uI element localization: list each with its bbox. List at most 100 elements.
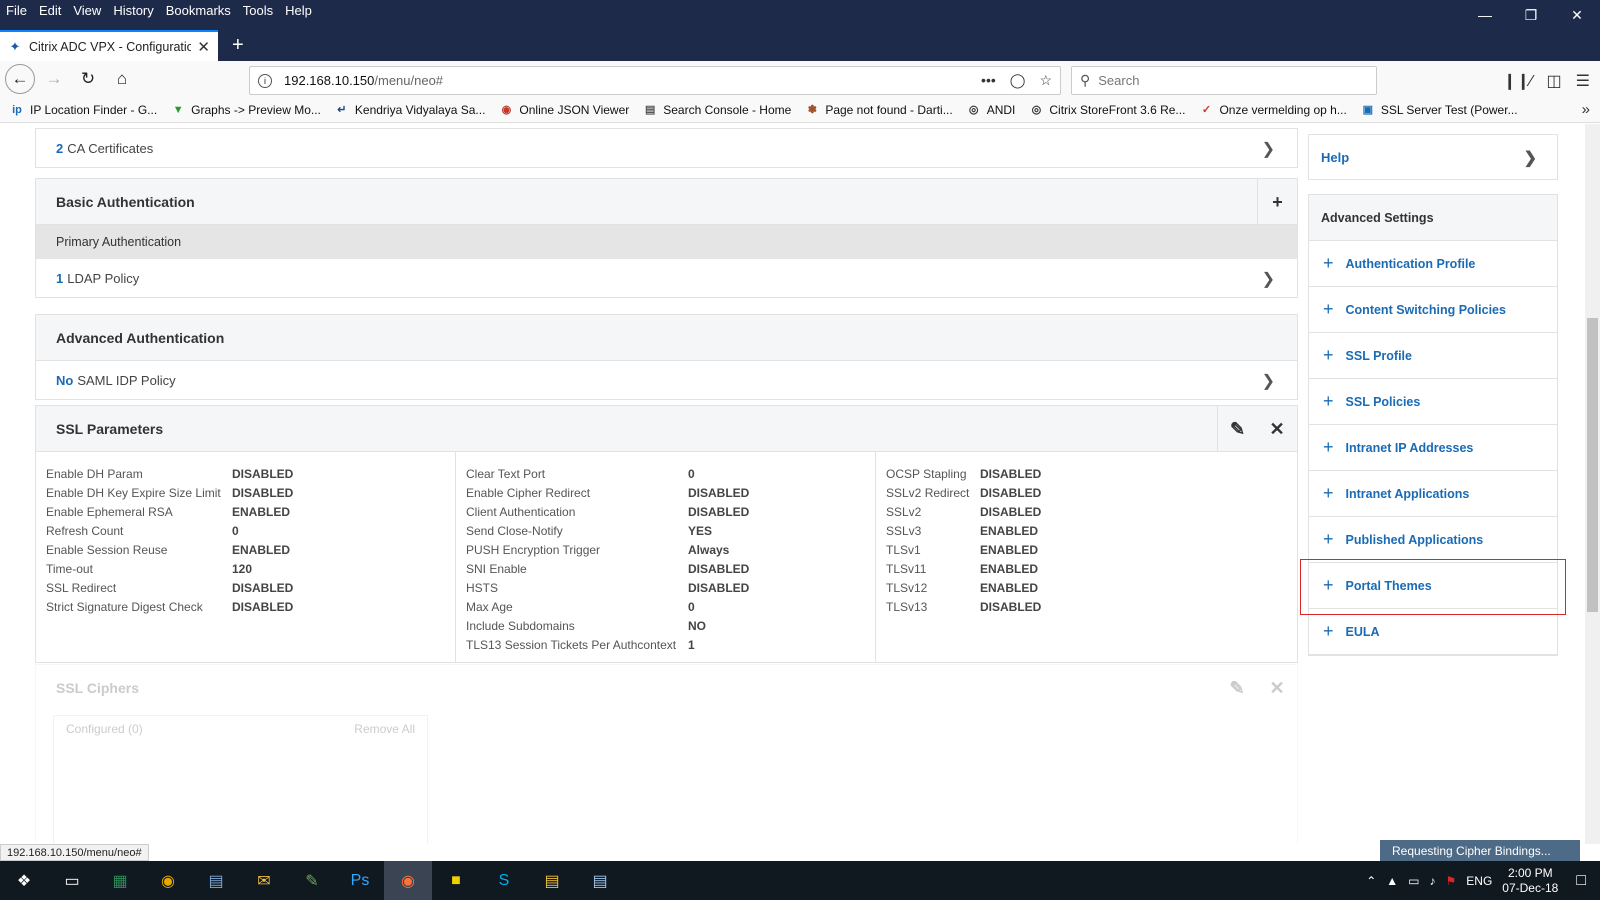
bookmark-item[interactable]: ◎ Citrix StoreFront 3.6 Re... <box>1029 103 1186 117</box>
bookmark-item[interactable]: ✽ Page not found - Darti... <box>805 103 953 117</box>
minimize-icon[interactable]: — <box>1462 0 1508 30</box>
windows-start-icon[interactable]: ❖ <box>0 861 48 900</box>
tab-close-icon[interactable]: ✕ <box>197 38 210 56</box>
ssl-param-value: 0 <box>688 466 695 481</box>
menu-view[interactable]: View <box>67 3 107 18</box>
advanced-setting-authentication-profile[interactable]: + Authentication Profile <box>1309 241 1557 287</box>
ssl-param-label: SSLv2 <box>886 504 922 519</box>
ssl-params-grid: Enable DH Param DISABLED Enable DH Key Exp… <box>36 452 1297 662</box>
ssl-param-value: ENABLED <box>232 542 291 557</box>
firefox-icon[interactable]: ◉ <box>384 861 432 900</box>
advanced-setting-intranet-ip-addresses[interactable]: + Intranet IP Addresses <box>1309 425 1557 471</box>
close-window-icon[interactable]: ✕ <box>1554 0 1600 30</box>
wifi-icon[interactable]: ▲ <box>1386 874 1398 888</box>
ssl-param-value: 1 <box>688 637 695 652</box>
ssl-parameters-panel: SSL Parameters ✎ ✕ Enable DH Param DISABL… <box>35 405 1298 663</box>
bookmark-item[interactable]: ◉ Online JSON Viewer <box>499 103 630 117</box>
menu-bookmarks[interactable]: Bookmarks <box>160 3 237 18</box>
advanced-setting-ssl-policies[interactable]: + SSL Policies <box>1309 379 1557 425</box>
bookmark-item[interactable]: ↵ Kendriya Vidyalaya Sa... <box>335 103 485 117</box>
page-actions-icon[interactable]: ••• <box>981 72 996 89</box>
sticky-notes-icon[interactable]: ■ <box>432 861 480 900</box>
notepad-icon[interactable]: ▤ <box>576 861 624 900</box>
flag-icon[interactable]: ⚑ <box>1446 874 1457 888</box>
edit-pencil-icon[interactable]: ✎ <box>1217 406 1257 452</box>
plus-icon: + <box>1323 345 1334 365</box>
bookmark-item[interactable]: ▤ Search Console - Home <box>643 103 791 117</box>
pen-icon[interactable]: ✎ <box>288 861 336 900</box>
skype-icon[interactable]: S <box>480 861 528 900</box>
ssl-param-label: PUSH Encryption Trigger <box>466 542 601 557</box>
back-icon[interactable]: ← <box>5 64 35 94</box>
edit-pencil-icon[interactable]: ✎ <box>1217 665 1257 711</box>
add-icon[interactable]: + <box>1257 179 1297 225</box>
outlook-icon[interactable]: ✉ <box>240 861 288 900</box>
file-explorer-icon[interactable]: ▤ <box>528 861 576 900</box>
remove-all-link[interactable]: Remove All <box>354 722 415 736</box>
ssl-param-row: TLSv1 ENABLED <box>886 540 1287 559</box>
scrollbar-thumb[interactable] <box>1587 318 1598 612</box>
bookmark-item[interactable]: ▼ Graphs -> Preview Mo... <box>171 103 321 117</box>
close-icon[interactable]: ✕ <box>1257 406 1297 452</box>
help-link[interactable]: Help ❯ <box>1308 134 1558 180</box>
clock[interactable]: 2:00 PM 07-Dec-18 <box>1502 866 1558 896</box>
bookmark-item[interactable]: ◎ ANDI <box>967 103 1015 117</box>
ssl-params-header: SSL Parameters ✎ ✕ <box>36 406 1297 452</box>
new-tab-icon[interactable]: + <box>232 34 244 57</box>
chrome-icon[interactable]: ◉ <box>144 861 192 900</box>
ca-certificates-link[interactable]: 2 CA Certificates ❯ <box>36 129 1297 167</box>
home-icon[interactable]: ⌂ <box>107 64 137 94</box>
ssl-param-row: TLSv11 ENABLED <box>886 559 1287 578</box>
menu-file[interactable]: File <box>0 3 33 18</box>
excel-icon[interactable]: ▦ <box>96 861 144 900</box>
advanced-setting-ssl-profile[interactable]: + SSL Profile <box>1309 333 1557 379</box>
bookmark-item[interactable]: ▣ SSL Server Test (Power... <box>1361 103 1518 117</box>
advanced-setting-label: Intranet IP Addresses <box>1345 440 1474 455</box>
hamburger-menu-icon[interactable]: ☰ <box>1576 71 1590 91</box>
bookmark-item[interactable]: ip IP Location Finder - G... <box>10 103 157 117</box>
ssl-param-label: Enable DH Key Expire Size Limit <box>46 485 221 500</box>
advanced-setting-content-switching-policies[interactable]: + Content Switching Policies <box>1309 287 1557 333</box>
browser-tab[interactable]: ✦ Citrix ADC VPX - Configuration ✕ <box>0 30 218 61</box>
ssl-col-2: Clear Text Port 0 Enable Cipher Redirect DI… <box>456 452 876 662</box>
photoshop-icon[interactable]: Ps <box>336 861 384 900</box>
ssl-param-value: DISABLED <box>688 485 750 500</box>
bookmarks-overflow-icon[interactable]: » <box>1582 101 1590 118</box>
ssl-param-value: DISABLED <box>688 504 750 519</box>
pocket-icon[interactable]: ◯ <box>1010 72 1026 89</box>
library-icon[interactable]: ❙❙⁄ <box>1503 71 1532 91</box>
task-view-icon[interactable]: ▭ <box>48 861 96 900</box>
advanced-setting-published-applications[interactable]: + Published Applications <box>1309 517 1557 563</box>
notifications-icon[interactable]: □ <box>1576 872 1586 890</box>
bookmark-item[interactable]: ✓ Onze vermelding op h... <box>1199 103 1347 117</box>
advanced-setting-label: SSL Policies <box>1345 394 1421 409</box>
ip-icon: ip <box>12 103 22 116</box>
ssl-param-value: 120 <box>232 561 253 576</box>
tray-chevron-icon[interactable]: ⌃ <box>1366 874 1376 888</box>
language-indicator[interactable]: ENG <box>1466 874 1492 888</box>
battery-icon[interactable]: ▭ <box>1408 874 1419 888</box>
advanced-setting-intranet-applications[interactable]: + Intranet Applications <box>1309 471 1557 517</box>
bookmark-star-icon[interactable]: ☆ <box>1039 72 1052 89</box>
url-bar[interactable]: i 192.168.10.150/menu/neo# ••• ◯ ☆ <box>249 66 1061 95</box>
forward-icon[interactable]: → <box>39 64 69 94</box>
ldap-policy-link[interactable]: 1 LDAP Policy ❯ <box>36 259 1297 297</box>
configured-ciphers-header: Configured (0) Remove All <box>54 716 427 742</box>
close-icon[interactable]: ✕ <box>1257 665 1297 711</box>
saml-idp-policy-link[interactable]: No SAML IDP Policy ❯ <box>36 361 1297 399</box>
info-icon[interactable]: i <box>258 73 272 88</box>
menu-tools[interactable]: Tools <box>237 3 279 18</box>
menu-help[interactable]: Help <box>279 3 318 18</box>
network-icon[interactable]: ▤ <box>192 861 240 900</box>
search-input[interactable]: ⚲ Search <box>1071 66 1377 95</box>
bookmark-label: IP Location Finder - G... <box>30 102 158 117</box>
advanced-setting-eula[interactable]: + EULA <box>1309 609 1557 655</box>
reload-icon[interactable]: ↻ <box>73 64 103 94</box>
ssl-param-value: DISABLED <box>980 504 1042 519</box>
restore-icon[interactable]: ❐ <box>1508 0 1554 30</box>
status-url: 192.168.10.150/menu/neo# <box>0 844 149 861</box>
menu-edit[interactable]: Edit <box>33 3 67 18</box>
sidebar-toggle-icon[interactable]: ◫ <box>1547 71 1562 91</box>
volume-icon[interactable]: ♪ <box>1430 874 1436 888</box>
menu-history[interactable]: History <box>107 3 159 18</box>
